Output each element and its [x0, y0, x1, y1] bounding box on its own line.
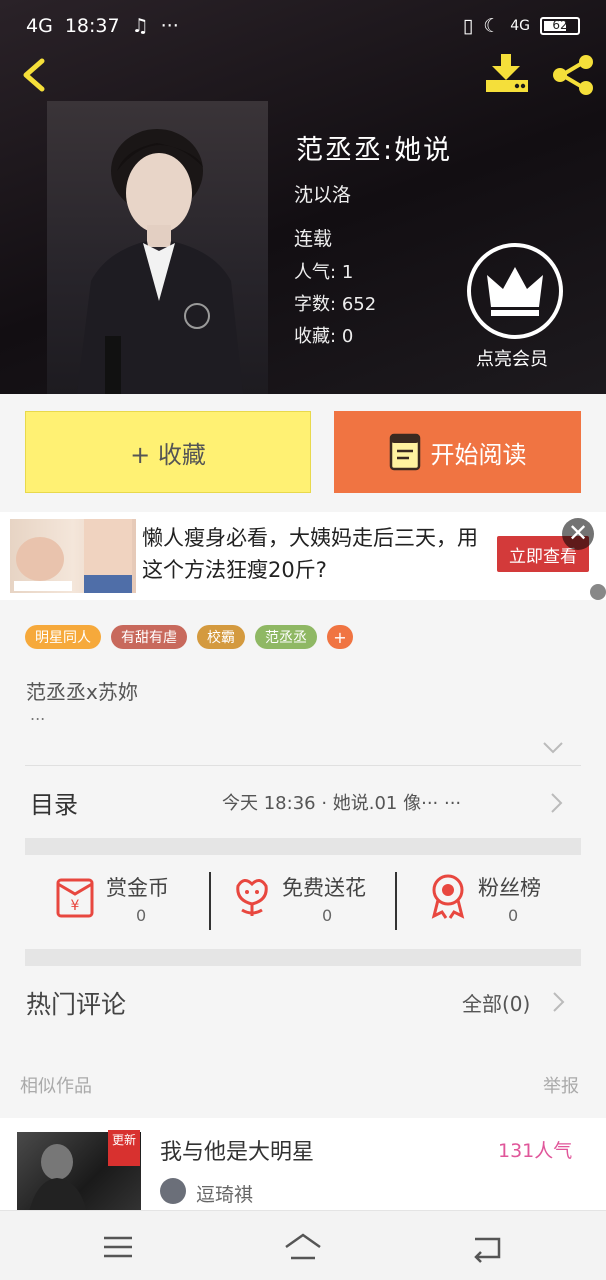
update-badge: 更新	[108, 1130, 140, 1166]
battery-icon: 62	[540, 17, 580, 35]
intro-ellipsis: ...	[30, 705, 46, 724]
favorites-value: 0	[341, 326, 354, 347]
red-envelope-icon: ¥	[56, 878, 94, 918]
book-header: 4G 18:37 ♫ ··· ▯ ☾ 4G 62 范丞丞:她说 沈以洛 连载 人…	[0, 0, 606, 394]
svg-text:¥: ¥	[71, 898, 80, 914]
vibrate-icon: ▯	[462, 15, 474, 37]
ad-info-icon[interactable]	[590, 584, 606, 600]
chevron-right-icon[interactable]	[549, 792, 563, 814]
vip-label[interactable]: 点亮会员	[476, 345, 548, 371]
send-flower-action[interactable]: 免费送花 0	[228, 868, 398, 932]
fan-ranking-action[interactable]: 粉丝榜 0	[424, 868, 594, 932]
network-indicator: 4G	[26, 15, 53, 37]
hot-comments-title: 热门评论	[26, 990, 127, 1019]
medal-icon	[431, 874, 465, 919]
reward-coin-action[interactable]: ¥ 赏金币 0	[52, 868, 222, 932]
tag-chip[interactable]: 明星同人	[25, 625, 101, 649]
back-icon[interactable]	[18, 58, 52, 92]
back-nav-icon[interactable]	[467, 1231, 507, 1263]
book-icon	[389, 433, 420, 471]
book-title: 范丞丞:她说	[296, 135, 453, 166]
download-icon[interactable]	[484, 52, 530, 94]
book-intro: 范丞丞x苏妳	[26, 680, 138, 704]
send-flower-count: 0	[322, 906, 333, 925]
all-comments-link[interactable]: 全部(0)	[462, 988, 530, 1017]
book-cover[interactable]	[47, 101, 268, 394]
system-nav-bar	[0, 1210, 606, 1280]
fan-ranking-count: 0	[508, 906, 519, 925]
chevron-down-icon[interactable]	[542, 740, 564, 756]
clock: 18:37	[64, 15, 120, 37]
book-author[interactable]: 沈以洛	[294, 180, 351, 207]
toc-label[interactable]: 目录	[30, 785, 78, 820]
start-reading-label: 开始阅读	[430, 440, 527, 469]
similar-works-title: 相似作品	[20, 1076, 92, 1097]
wordcount-value: 652	[341, 294, 377, 315]
section-separator	[25, 838, 581, 855]
popularity-stat: 人气: 1	[294, 262, 354, 283]
tag-chip[interactable]: 校霸	[197, 625, 245, 649]
reward-coin-count: 0	[136, 906, 147, 925]
status-bar: 4G 18:37 ♫ ··· ▯ ☾ 4G 62	[0, 0, 606, 54]
close-icon[interactable]: ✕	[562, 518, 594, 550]
flower-icon	[236, 879, 268, 916]
avatar[interactable]	[160, 1178, 186, 1204]
similar-work-author[interactable]: 逗琦祺	[196, 1180, 253, 1207]
ad-banner[interactable]: 懒人瘦身必看，大姨妈走后三天，用这个方法狂瘦20斤? 立即查看 ✕	[0, 512, 606, 600]
similar-work-popularity: 131人气	[498, 1140, 573, 1162]
favorites-stat: 收藏: 0	[294, 326, 354, 347]
ad-image[interactable]	[10, 519, 136, 593]
vip-crown-icon[interactable]	[467, 243, 563, 339]
tag-list: 明星同人 有甜有虐 校霸 范丞丞 +	[25, 625, 353, 649]
similar-work-card[interactable]: 更新 我与他是大明星 131人气 逗琦祺	[0, 1118, 606, 1210]
divider	[209, 872, 211, 930]
popularity-value: 1	[341, 262, 354, 283]
report-link[interactable]: 举报	[543, 1072, 579, 1098]
moon-icon: ☾	[483, 15, 501, 37]
latest-chapter[interactable]: 今天 18:36 · 她说.01 像··· ···	[222, 789, 461, 815]
reward-coin-label: 赏金币	[106, 876, 169, 900]
ad-text[interactable]: 懒人瘦身必看，大姨妈走后三天，用这个方法狂瘦20斤?	[142, 522, 482, 586]
send-flower-label: 免费送花	[282, 876, 366, 900]
music-icon: ♫	[131, 15, 149, 37]
add-tag-button[interactable]: +	[327, 625, 353, 649]
collect-button[interactable]: + 收藏	[25, 411, 311, 493]
book-status: 连载	[294, 228, 333, 250]
divider	[25, 765, 581, 766]
section-separator	[25, 949, 581, 966]
tag-chip[interactable]: 有甜有虐	[111, 625, 187, 649]
share-icon[interactable]	[550, 54, 596, 96]
tag-chip[interactable]: 范丞丞	[255, 625, 317, 649]
menu-icon[interactable]	[98, 1231, 138, 1263]
chevron-right-icon[interactable]	[551, 991, 565, 1013]
start-reading-button[interactable]: 开始阅读	[334, 411, 581, 493]
similar-work-title[interactable]: 我与他是大明星	[160, 1134, 314, 1166]
home-icon[interactable]	[283, 1231, 323, 1263]
divider	[395, 872, 397, 930]
fan-ranking-label: 粉丝榜	[478, 876, 541, 900]
wordcount-stat: 字数: 652	[294, 294, 377, 315]
network-indicator-right: 4G	[510, 18, 530, 34]
more-notifications: ···	[160, 15, 179, 37]
